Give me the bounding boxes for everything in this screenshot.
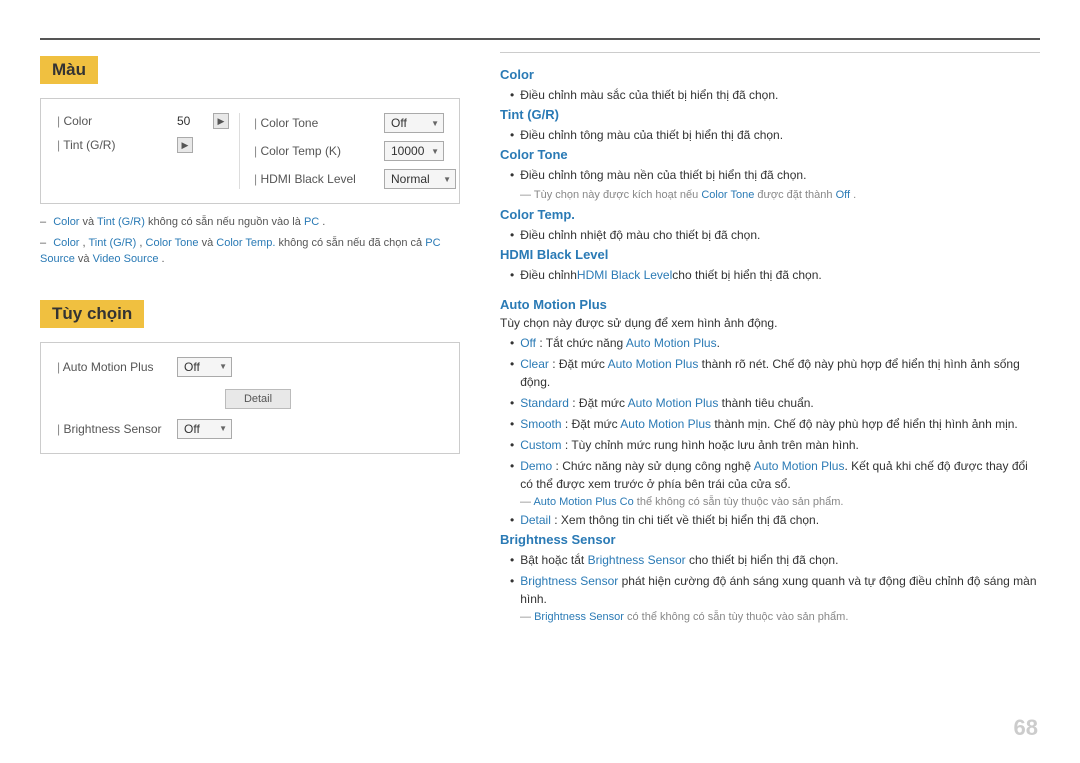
automotion-bullet-custom: • Custom : Tùy chỉnh mức rung hình hoặc … xyxy=(500,436,1040,454)
colortone-dropdown[interactable]: Off xyxy=(384,113,444,133)
tuychon-settings-box: | Auto Motion Plus Off Detail | Brightne… xyxy=(40,342,460,454)
automotion-bullet-clear: • Clear : Đặt mức Auto Motion Plus thành… xyxy=(500,355,1040,391)
top-divider-line xyxy=(40,38,1040,40)
spacer xyxy=(500,287,1040,297)
colortemp-setting-row: | Color Temp (K) 10000 xyxy=(254,141,456,161)
detail-button[interactable]: Detail xyxy=(225,389,291,409)
detail-btn-row: Detail xyxy=(57,385,443,413)
hdmi-dropdown[interactable]: Normal xyxy=(384,169,456,189)
right-colortone-note: Tùy chọn này được kích hoạt nếu Color To… xyxy=(500,187,1040,204)
right-colortemp-section: Color Temp. • Điều chỉnh nhiệt độ màu ch… xyxy=(500,207,1040,244)
automotion-setting-row: | Auto Motion Plus Off xyxy=(57,357,443,377)
right-colortemp-bullet-1: • Điều chỉnh nhiệt độ màu cho thiết bị đ… xyxy=(500,226,1040,244)
right-color-bullet-1: • Điều chỉnh màu sắc của thiết bị hiển t… xyxy=(500,86,1040,104)
mau-note-1: – Color và Tint (G/R) không có sẵn nếu n… xyxy=(40,214,460,231)
tint-setting-row: | Tint (G/R) ▶ xyxy=(57,137,229,153)
automotion-bullet-off: • Off : Tắt chức năng Auto Motion Plus. xyxy=(500,334,1040,352)
brightness-dropdown[interactable]: Off xyxy=(177,419,232,439)
automotion-note-co: — Auto Motion Plus Co thể không có sẵn t… xyxy=(500,496,1040,508)
automotion-bullet-standard: • Standard : Đặt mức Auto Motion Plus th… xyxy=(500,394,1040,412)
colortone-setting-row: | Color Tone Off xyxy=(254,113,456,133)
brightness-label: | Brightness Sensor xyxy=(57,422,177,436)
page-number: 68 xyxy=(1014,715,1038,741)
right-color-section: Color • Điều chỉnh màu sắc của thiết bị … xyxy=(500,67,1040,104)
mau-right-settings: | Color Tone Off | Color Temp (K) xyxy=(240,113,456,189)
right-color-title: Color xyxy=(500,67,1040,82)
tint-arrow-btn[interactable]: ▶ xyxy=(177,137,193,153)
color-label: | Color xyxy=(57,114,177,128)
automotion-label: | Auto Motion Plus xyxy=(57,360,177,374)
colortemp-dropdown[interactable]: 10000 xyxy=(384,141,444,161)
right-automotion-title: Auto Motion Plus xyxy=(500,297,1040,312)
brightness-setting-row: | Brightness Sensor Off xyxy=(57,419,443,439)
mau-settings-box: | Color 50 ▶ | Tint (G/R) xyxy=(40,98,460,204)
left-column: Màu | Color 50 ▶ xyxy=(40,52,460,723)
tint-control[interactable]: ▶ xyxy=(177,137,193,153)
right-colortemp-title: Color Temp. xyxy=(500,207,1040,222)
colortemp-label: | Color Temp (K) xyxy=(254,144,384,158)
right-automotion-section: Auto Motion Plus Tùy chọn này được sử dụ… xyxy=(500,297,1040,529)
tuychon-header: Tùy chọin xyxy=(40,300,144,328)
right-colortone-section: Color Tone • Điều chỉnh tông màu nền của… xyxy=(500,147,1040,204)
right-tint-section: Tint (G/R) • Điều chỉnh tông màu của thi… xyxy=(500,107,1040,144)
automotion-bullet-smooth: • Smooth : Đặt mức Auto Motion Plus thàn… xyxy=(500,415,1040,433)
color-setting-row: | Color 50 ▶ xyxy=(57,113,229,129)
mau-left-settings: | Color 50 ▶ | Tint (G/R) xyxy=(57,113,240,189)
brightness-note: — Brightness Sensor có thể không có sẵn … xyxy=(500,611,1040,623)
right-colortone-bullet-1: • Điều chỉnh tông màu nền của thiết bị h… xyxy=(500,166,1040,184)
color-control[interactable]: 50 ▶ xyxy=(177,113,229,129)
right-hdmi-section: HDMI Black Level • Điều chỉnh HDMI Black… xyxy=(500,247,1040,284)
right-tint-title: Tint (G/R) xyxy=(500,107,1040,122)
right-hdmi-bullet-1: • Điều chỉnh HDMI Black Level cho thiết … xyxy=(500,266,1040,284)
mau-section: Màu | Color 50 ▶ xyxy=(40,52,460,268)
colortone-label: | Color Tone xyxy=(254,116,384,130)
automotion-bullet-demo: • Demo : Chức năng này sử dụng công nghệ… xyxy=(500,457,1040,493)
right-brightness-title: Brightness Sensor xyxy=(500,532,1040,547)
right-brightness-section: Brightness Sensor • Bật hoặc tắt Brightn… xyxy=(500,532,1040,623)
right-column: Color • Điều chỉnh màu sắc của thiết bị … xyxy=(500,52,1040,723)
tuychon-section: Tùy chọin | Auto Motion Plus Off Detail xyxy=(40,296,460,454)
automotion-bullet-detail: • Detail : Xem thông tin chi tiết về thi… xyxy=(500,511,1040,529)
mau-note-2: – Color , Tint (G/R) , Color Tone và Col… xyxy=(40,235,460,268)
right-top-line xyxy=(500,52,1040,53)
right-hdmi-title: HDMI Black Level xyxy=(500,247,1040,262)
color-value: 50 xyxy=(177,114,207,128)
hdmi-setting-row: | HDMI Black Level Normal xyxy=(254,169,456,189)
automotion-intro: Tùy chọn này được sử dụng để xem hình ản… xyxy=(500,316,1040,330)
hdmi-label: | HDMI Black Level xyxy=(254,172,384,186)
tint-label: | Tint (G/R) xyxy=(57,138,177,152)
brightness-bullet-1: • Bật hoặc tắt Brightness Sensor cho thi… xyxy=(500,551,1040,569)
right-tint-bullet-1: • Điều chỉnh tông màu của thiết bị hiển … xyxy=(500,126,1040,144)
automotion-dropdown[interactable]: Off xyxy=(177,357,232,377)
right-colortone-title: Color Tone xyxy=(500,147,1040,162)
mau-header: Màu xyxy=(40,56,98,84)
mau-settings-inner: | Color 50 ▶ | Tint (G/R) xyxy=(57,113,443,189)
color-arrow-btn[interactable]: ▶ xyxy=(213,113,229,129)
brightness-bullet-2: • Brightness Sensor phát hiện cường độ á… xyxy=(500,572,1040,608)
